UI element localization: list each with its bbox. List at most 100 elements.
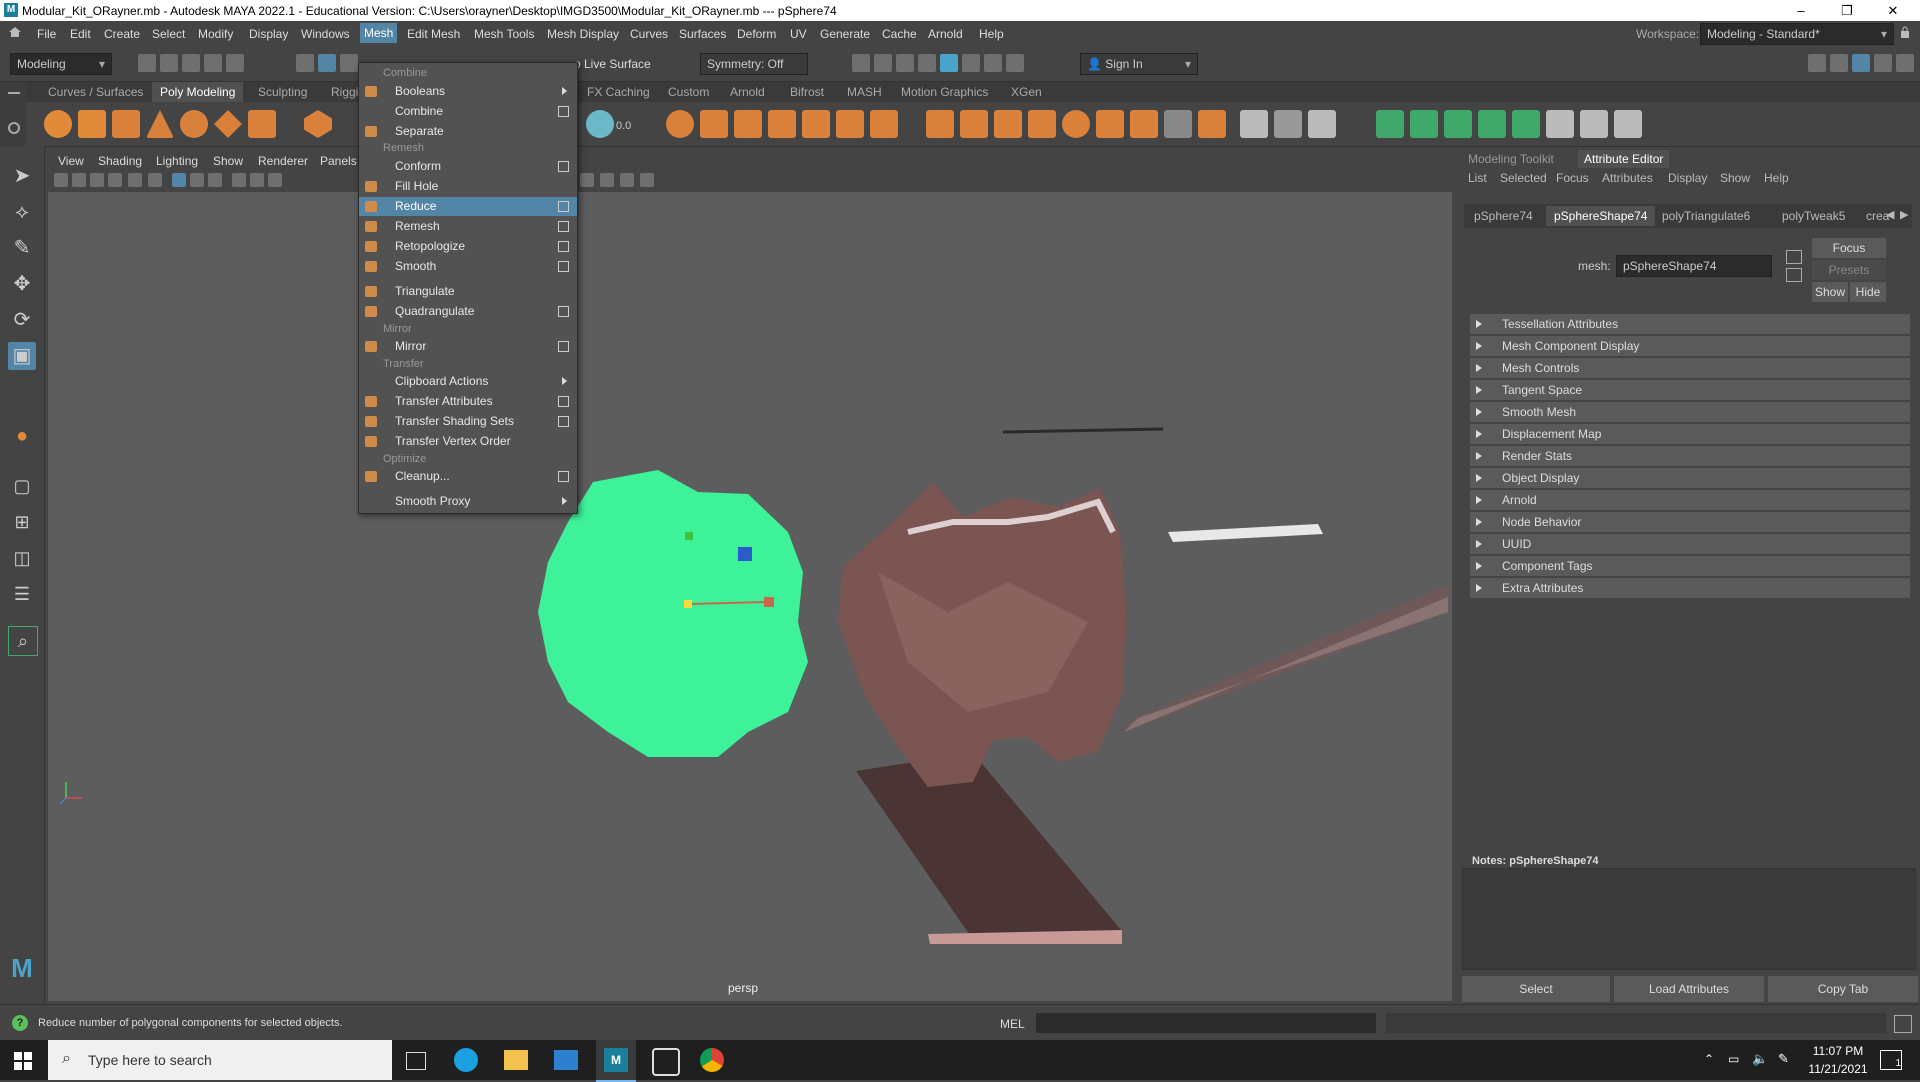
option-box-icon[interactable] <box>558 161 569 172</box>
maximize-button[interactable]: ❐ <box>1824 0 1870 21</box>
copy-tab-button[interactable]: Copy Tab <box>1768 976 1918 1002</box>
poly-cone-icon[interactable] <box>146 110 174 138</box>
menu-item-retopologize[interactable]: Retopologize <box>359 237 577 256</box>
select-tool-icon[interactable]: ➤ <box>8 162 36 190</box>
ae-menu-show[interactable]: Show <box>1720 171 1750 185</box>
sign-in-button[interactable]: 👤 Sign In ▾ <box>1080 53 1198 75</box>
paint-select-icon[interactable]: ✎ <box>8 234 36 262</box>
pen-icon[interactable] <box>1240 110 1268 138</box>
layers-icon[interactable] <box>1896 54 1914 72</box>
last-tool-icon[interactable]: ● <box>8 422 36 450</box>
viewport-menu-shading[interactable]: Shading <box>98 154 142 168</box>
option-box-icon[interactable] <box>558 241 569 252</box>
attribute-editor-icon[interactable] <box>1852 54 1870 72</box>
select-hierarchy-icon[interactable] <box>296 54 314 72</box>
single-view-icon[interactable]: ▢ <box>8 472 36 500</box>
tab-modeling-toolkit[interactable]: Modeling Toolkit <box>1468 152 1554 166</box>
option-box-icon[interactable] <box>558 341 569 352</box>
volume-icon[interactable]: 🔈 <box>1752 1051 1768 1067</box>
menu-item-smooth-proxy[interactable]: Smooth Proxy <box>359 492 577 511</box>
maya-taskbar-button[interactable]: M <box>596 1040 636 1082</box>
bevel-icon[interactable] <box>802 110 830 138</box>
render-frame-icon[interactable] <box>852 54 870 72</box>
script-editor-icon[interactable] <box>1894 1015 1912 1033</box>
chrome-browser-icon[interactable] <box>700 1048 724 1072</box>
menu-edit-mesh[interactable]: Edit Mesh <box>407 27 460 41</box>
menu-item-separate[interactable]: Separate <box>359 122 577 141</box>
close-button[interactable]: ✕ <box>1870 0 1916 21</box>
isolate-select-icon[interactable] <box>268 173 282 187</box>
save-scene-icon[interactable] <box>182 54 200 72</box>
mirror-icon[interactable] <box>870 110 898 138</box>
sweep-mesh-icon[interactable] <box>586 110 614 138</box>
poly-cylinder-icon[interactable] <box>112 110 140 138</box>
notification-center-icon[interactable]: 1 <box>1880 1050 1902 1070</box>
xray-components-icon[interactable] <box>620 173 634 187</box>
render-sequence-icon[interactable] <box>874 54 892 72</box>
menu-item-remesh[interactable]: Remesh <box>359 217 577 236</box>
uv-cylindrical-icon[interactable] <box>1410 110 1438 138</box>
camera-attributes-icon[interactable] <box>54 173 68 187</box>
search-icon[interactable]: ⌕ <box>8 626 38 656</box>
rotate-tool-icon[interactable]: ⟳ <box>8 306 36 334</box>
xray-joints-icon[interactable] <box>600 173 614 187</box>
arnold-render-icon[interactable] <box>984 54 1002 72</box>
menu-create[interactable]: Create <box>104 27 140 41</box>
menu-item-mirror[interactable]: Mirror <box>359 337 577 356</box>
menu-windows[interactable]: Windows <box>301 27 350 41</box>
menu-display[interactable]: Display <box>249 27 288 41</box>
ae-menu-list[interactable]: List <box>1468 171 1487 185</box>
select-object-icon[interactable] <box>318 54 336 72</box>
network-icon[interactable]: ▭ <box>1728 1052 1739 1066</box>
shadows-icon[interactable] <box>250 173 264 187</box>
menu-curves[interactable]: Curves <box>630 27 668 41</box>
section-component-tags[interactable]: Component Tags <box>1470 556 1910 576</box>
menu-mesh-display[interactable]: Mesh Display <box>547 27 619 41</box>
menu-generate[interactable]: Generate <box>820 27 870 41</box>
scroll-right-icon[interactable]: ▶ <box>1900 208 1908 221</box>
insert-edge-loop-icon[interactable] <box>1096 110 1124 138</box>
option-box-icon[interactable] <box>558 261 569 272</box>
uv-automatic-icon[interactable] <box>1478 110 1506 138</box>
mel-label[interactable]: MEL <box>1000 1017 1025 1031</box>
option-box-icon[interactable] <box>558 106 569 117</box>
section-arnold[interactable]: Arnold <box>1470 490 1910 510</box>
resolution-gate-icon[interactable] <box>640 173 654 187</box>
option-box-icon[interactable] <box>558 306 569 317</box>
camera-bookmarks-icon[interactable] <box>72 173 86 187</box>
symmetry-select[interactable]: Symmetry: Off <box>700 53 808 75</box>
append-to-polygon-icon[interactable] <box>994 110 1022 138</box>
menu-item-triangulate[interactable]: Triangulate <box>359 282 577 301</box>
show-button[interactable]: Show <box>1812 282 1848 302</box>
section-mesh-component-display[interactable]: Mesh Component Display <box>1470 336 1910 356</box>
go-to-input-icon[interactable] <box>1786 250 1802 264</box>
shelf-tab-bifrost[interactable]: Bifrost <box>790 85 824 99</box>
shelf-tab-custom[interactable]: Custom <box>668 85 709 99</box>
shelf-tab-xgen[interactable]: XGen <box>1011 85 1042 99</box>
hide-button[interactable]: Hide <box>1850 282 1886 302</box>
move-tool-icon[interactable]: ✥ <box>8 270 36 298</box>
load-attributes-button[interactable]: Load Attributes <box>1614 976 1764 1002</box>
menu-item-reduce[interactable]: Reduce <box>359 197 577 216</box>
menu-item-combine[interactable]: Combine <box>359 102 577 121</box>
target-weld-icon[interactable] <box>960 110 988 138</box>
node-tab-psphere74[interactable]: pSphere74 <box>1466 206 1541 226</box>
poly-plane-icon[interactable] <box>214 110 242 138</box>
ae-menu-display[interactable]: Display <box>1668 171 1707 185</box>
uv-layout-icon[interactable] <box>1546 110 1574 138</box>
menu-cache[interactable]: Cache <box>882 27 917 41</box>
option-box-icon[interactable] <box>558 221 569 232</box>
menu-arnold[interactable]: Arnold <box>928 27 963 41</box>
section-render-stats[interactable]: Render Stats <box>1470 446 1910 466</box>
outliner-layout-icon[interactable]: ◫ <box>8 544 36 572</box>
menu-item-quadrangulate[interactable]: Quadrangulate <box>359 302 577 321</box>
image-plane-icon[interactable] <box>90 173 104 187</box>
node-tab-psphereshape74[interactable]: pSphereShape74 <box>1546 206 1656 226</box>
uv-unfold-icon[interactable] <box>1512 110 1540 138</box>
menu-help[interactable]: Help <box>979 27 1004 41</box>
quad-draw-icon[interactable] <box>1062 110 1090 138</box>
go-to-output-icon[interactable] <box>1786 268 1802 282</box>
option-box-icon[interactable] <box>558 416 569 427</box>
section-tangent-space[interactable]: Tangent Space <box>1470 380 1910 400</box>
menu-item-transfer-vertex-order[interactable]: Transfer Vertex Order <box>359 432 577 451</box>
